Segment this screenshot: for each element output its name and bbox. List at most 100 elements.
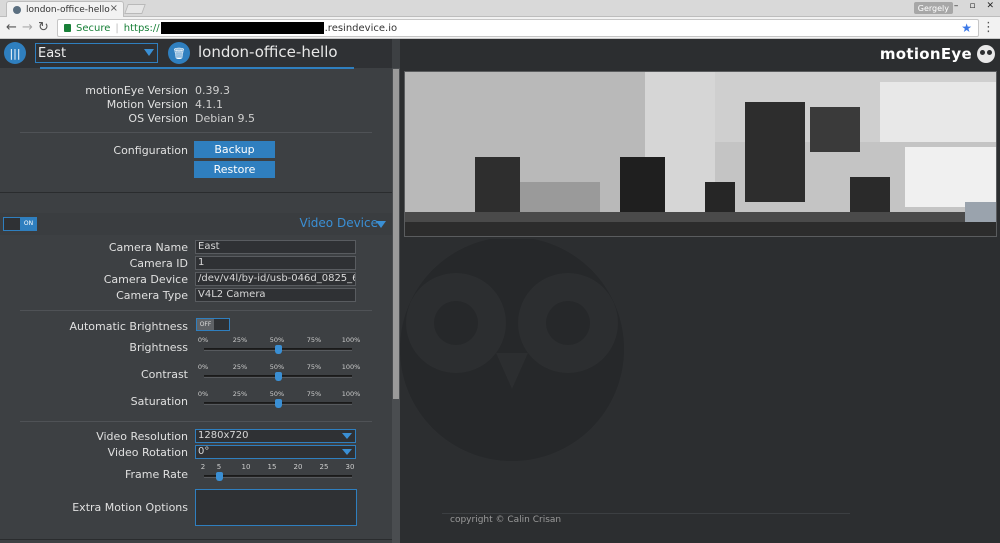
settings-scrollbar-thumb[interactable] xyxy=(393,69,399,399)
tick-label: 75% xyxy=(306,363,322,371)
camera-type-input[interactable]: V4L2 Camera xyxy=(195,288,356,302)
browser-tab-bar: london-office-hello × Gergely – ▫ ✕ xyxy=(0,0,1000,17)
video-rotation-value: 0° xyxy=(198,446,210,457)
url-scheme: https:// xyxy=(123,22,160,34)
profile-badge[interactable]: Gergely xyxy=(913,2,953,14)
saturation-slider-handle[interactable] xyxy=(274,399,282,408)
maximize-icon[interactable]: ▫ xyxy=(969,1,975,11)
trash-icon: 🗑 xyxy=(172,46,186,60)
camera-id-label: Camera ID xyxy=(129,257,188,270)
tick-label: 10 xyxy=(241,463,251,471)
toggle-knob: ON xyxy=(20,218,37,230)
chevron-down-icon xyxy=(144,49,154,56)
divider xyxy=(20,132,372,133)
camera-feed[interactable] xyxy=(404,71,997,237)
camera-id-input[interactable]: 1 xyxy=(195,256,356,270)
motioneye-version-label: motionEye Version xyxy=(85,84,188,97)
auto-brightness-toggle[interactable]: OFF xyxy=(196,318,230,331)
brand-name: motionEye xyxy=(879,45,972,63)
frame-rate-ticks: 2 5 10 15 20 25 30 xyxy=(196,463,360,471)
owl-logo-icon xyxy=(977,45,995,63)
frame-rate-label: Frame Rate xyxy=(125,468,188,481)
camera-feed-image xyxy=(405,72,996,236)
tick-label: 0% xyxy=(197,363,209,371)
tick-label: 2 xyxy=(200,463,206,471)
bottom-divider xyxy=(0,539,392,540)
camera-device-input[interactable]: /dev/v4l/by-id/usb-046d_0825_6 xyxy=(195,272,356,286)
new-tab-button[interactable] xyxy=(124,4,146,14)
omnibox-separator: | xyxy=(115,22,119,34)
chevron-down-icon xyxy=(342,449,352,455)
tick-label: 30 xyxy=(345,463,355,471)
tick-label: 75% xyxy=(306,336,322,344)
brightness-label: Brightness xyxy=(129,341,188,354)
saturation-label: Saturation xyxy=(130,395,188,408)
camera-panel: motionEye copyright © Calin Crisan xyxy=(400,39,1000,543)
forward-icon[interactable]: → xyxy=(22,20,33,35)
brightness-ticks: 0% 25% 50% 75% 100% xyxy=(196,336,360,344)
video-rotation-select[interactable]: 0° xyxy=(195,445,356,459)
tick-label: 25% xyxy=(232,336,248,344)
browser-menu-icon[interactable]: ⋮ xyxy=(982,20,995,35)
tick-label: 50% xyxy=(269,336,285,344)
back-icon[interactable]: ← xyxy=(6,20,17,35)
divider xyxy=(20,421,372,422)
camera-select[interactable]: East xyxy=(35,43,158,63)
browser-tab[interactable]: london-office-hello × xyxy=(6,1,124,17)
contrast-ticks: 0% 25% 50% 75% 100% xyxy=(196,363,360,371)
video-resolution-label: Video Resolution xyxy=(96,430,188,443)
section-divider xyxy=(0,192,392,193)
backup-button[interactable]: Backup xyxy=(194,141,275,158)
extra-motion-options-label: Extra Motion Options xyxy=(72,501,188,514)
contrast-slider-handle[interactable] xyxy=(274,372,282,381)
reload-icon[interactable]: ↻ xyxy=(38,20,49,35)
video-rotation-label: Video Rotation xyxy=(107,446,188,459)
camera-name-label: Camera Name xyxy=(108,241,188,254)
topbar-underline xyxy=(40,67,354,69)
tick-label: 50% xyxy=(269,390,285,398)
settings-menu-button[interactable]: ||| xyxy=(4,42,26,64)
window-controls: – ▫ ✕ xyxy=(954,1,994,11)
tick-label: 100% xyxy=(341,363,361,371)
bookmark-star-icon[interactable]: ★ xyxy=(961,21,972,35)
chevron-down-icon[interactable] xyxy=(376,221,386,228)
address-bar: ← → ↻ Secure | https:// .resindevice.io … xyxy=(0,17,1000,39)
video-device-title[interactable]: Video Device xyxy=(300,216,378,230)
video-resolution-value: 1280x720 xyxy=(198,430,249,441)
frame-rate-slider-handle[interactable] xyxy=(216,472,224,481)
minimize-icon[interactable]: – xyxy=(954,1,959,11)
motion-version-label: Motion Version xyxy=(106,98,188,111)
owl-watermark-icon xyxy=(400,239,624,461)
footer-divider xyxy=(442,513,850,514)
tick-label: 15 xyxy=(267,463,277,471)
configuration-label: Configuration xyxy=(113,144,188,157)
close-window-icon[interactable]: ✕ xyxy=(986,1,994,11)
copyright-text: copyright © Calin Crisan xyxy=(450,515,562,525)
tick-label: 0% xyxy=(197,390,209,398)
brightness-slider-handle[interactable] xyxy=(274,345,282,354)
tick-label: 25% xyxy=(232,363,248,371)
chevron-down-icon xyxy=(342,433,352,439)
url-input[interactable]: Secure | https:// .resindevice.io ★ xyxy=(57,19,979,37)
video-resolution-select[interactable]: 1280x720 xyxy=(195,429,356,443)
camera-name-input[interactable]: East xyxy=(195,240,356,254)
extra-motion-options-textarea[interactable] xyxy=(195,489,357,526)
camera-type-label: Camera Type xyxy=(116,289,188,302)
contrast-label: Contrast xyxy=(140,368,188,381)
lock-icon xyxy=(64,24,71,32)
frame-rate-slider[interactable] xyxy=(204,475,352,478)
favicon-icon xyxy=(13,5,21,14)
remove-camera-button[interactable]: 🗑 xyxy=(168,42,190,64)
settings-panel: ||| East 🗑 london-office-hello motionEye… xyxy=(0,39,400,543)
close-tab-icon[interactable]: × xyxy=(110,3,118,14)
bars-icon: ||| xyxy=(9,46,21,60)
tick-label: 100% xyxy=(341,390,361,398)
motioneye-version-value: 0.39.3 xyxy=(195,84,230,97)
tick-label: 25 xyxy=(319,463,329,471)
video-device-toggle[interactable]: ON xyxy=(3,217,37,231)
restore-button[interactable]: Restore xyxy=(194,161,275,178)
divider xyxy=(20,310,372,311)
os-version-value: Debian 9.5 xyxy=(195,112,255,125)
saturation-ticks: 0% 25% 50% 75% 100% xyxy=(196,390,360,398)
redacted-hostname xyxy=(160,22,324,34)
